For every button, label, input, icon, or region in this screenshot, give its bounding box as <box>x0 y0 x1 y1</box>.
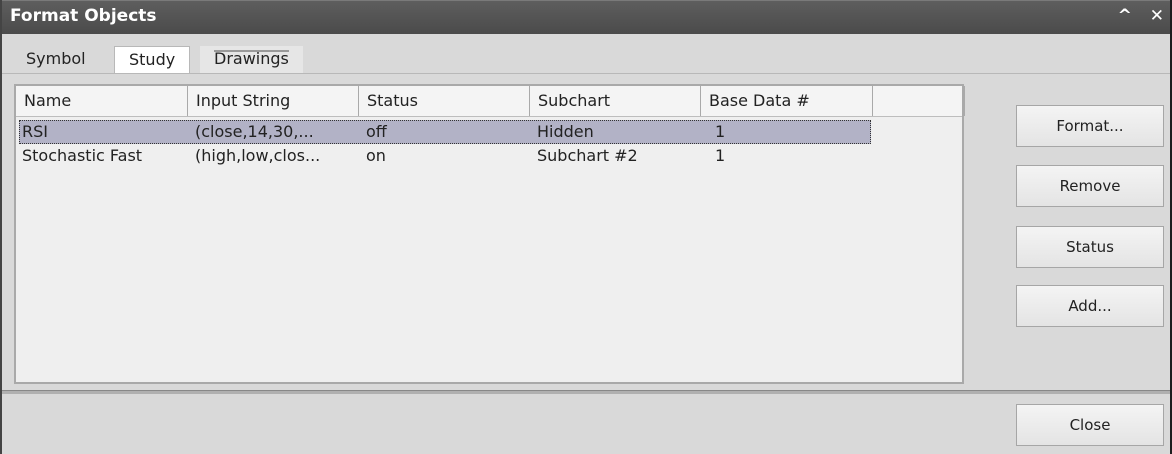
format-button[interactable]: Format... <box>1016 105 1164 147</box>
close-icon[interactable]: ✕ <box>1150 6 1164 26</box>
tab-study[interactable]: Study <box>114 46 191 74</box>
tab-symbol[interactable]: Symbol <box>12 46 100 74</box>
column-header-input-string[interactable]: Input String <box>188 86 359 116</box>
studies-list[interactable]: Name Input String Status Subchart Base D… <box>14 84 965 384</box>
cell-subchart: Hidden <box>537 122 594 141</box>
cell-status: on <box>366 146 386 165</box>
tab-bar: Symbol Study Drawings <box>2 34 1170 74</box>
column-header-empty[interactable] <box>873 86 965 116</box>
cell-subchart: Subchart #2 <box>537 146 638 165</box>
column-header-name[interactable]: Name <box>16 86 188 116</box>
title-controls: ^ ✕ <box>1106 6 1164 26</box>
tab-highlight-line <box>214 50 289 52</box>
cell-base-data: 1 <box>715 146 726 165</box>
column-header-base-data[interactable]: Base Data # <box>701 86 873 116</box>
table-row[interactable]: Stochastic Fast (high,low,clos... on Sub… <box>19 144 871 168</box>
list-header: Name Input String Status Subchart Base D… <box>16 86 965 117</box>
remove-button[interactable]: Remove <box>1016 165 1164 207</box>
footer-separator <box>2 390 1170 394</box>
cell-name: Stochastic Fast <box>22 146 143 165</box>
cell-input-string: (close,14,30,... <box>195 122 314 141</box>
dialog-title: Format Objects <box>10 6 157 26</box>
column-header-subchart[interactable]: Subchart <box>530 86 701 116</box>
cell-status: off <box>366 122 387 141</box>
format-objects-dialog: Format Objects ^ ✕ Symbol Study Drawings… <box>0 0 1170 454</box>
close-button[interactable]: Close <box>1016 404 1164 446</box>
tab-drawings[interactable]: Drawings <box>200 46 303 74</box>
column-header-status[interactable]: Status <box>359 86 530 116</box>
table-row[interactable]: RSI (close,14,30,... off Hidden 1 <box>19 120 871 144</box>
cell-name: RSI <box>22 122 48 141</box>
title-bar: Format Objects ^ ✕ <box>2 0 1170 35</box>
add-button[interactable]: Add... <box>1016 285 1164 327</box>
cell-base-data: 1 <box>715 122 726 141</box>
status-button[interactable]: Status <box>1016 226 1164 268</box>
cell-input-string: (high,low,clos... <box>195 146 321 165</box>
collapse-icon[interactable]: ^ <box>1118 6 1132 26</box>
tab-underline <box>2 73 1170 74</box>
